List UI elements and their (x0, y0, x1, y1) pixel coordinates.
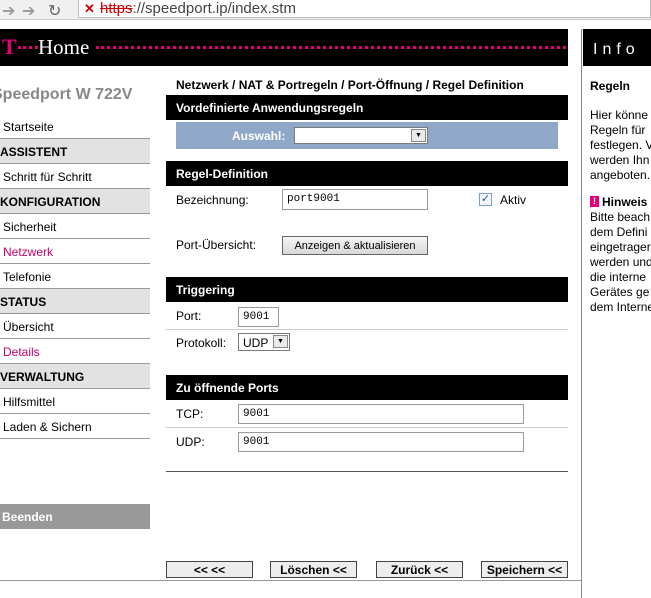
section-header-triggering: Triggering (166, 277, 568, 302)
active-label: Aktiv (500, 193, 527, 207)
trigger-port-field[interactable]: 9001 (238, 307, 279, 327)
logo-home-text: Home (38, 35, 90, 59)
tcp-label: TCP: (176, 407, 204, 421)
device-name: Speedport W 722V (0, 86, 133, 103)
udp-ports-field[interactable]: 9001 (238, 432, 524, 452)
tcp-ports-field[interactable]: 9001 (238, 404, 524, 424)
forward-arrow-icon[interactable]: ➔ (22, 1, 35, 21)
sidebar-item-netzwerk[interactable]: Netzwerk (0, 239, 150, 264)
name-field[interactable]: port9001 (282, 189, 428, 210)
active-checkbox[interactable]: ✓ (479, 193, 492, 206)
reload-icon[interactable]: ↻ (48, 1, 61, 21)
section-bottom-divider (166, 471, 568, 472)
section-header-predefined: Vordefinierte Anwendungsregeln (166, 95, 568, 120)
hint-title: Hinweis (602, 195, 648, 209)
exclamation-icon: ! (590, 196, 599, 207)
back-button[interactable]: Zurück << (376, 561, 463, 578)
sidebar-item-schritt[interactable]: Schritt für Schritt (0, 164, 150, 189)
sidebar-item-details[interactable]: Details (0, 339, 150, 364)
browser-address-bar: ➔ ➔ ↻ ✕ https://speedport.ip/index.stm (0, 0, 651, 20)
url-text: https://speedport.ip/index.stm (100, 0, 296, 17)
row-divider (166, 427, 568, 428)
back-to-start-button[interactable]: << << (166, 561, 253, 578)
section-header-rule: Regel-Definition (166, 161, 568, 186)
sidebar-item-laden-sichern[interactable]: Laden & Sichern (0, 414, 150, 439)
header-dotted-line (96, 46, 566, 49)
sidebar-item-sicherheit[interactable]: Sicherheit (0, 214, 150, 239)
delete-button[interactable]: Löschen << (270, 561, 357, 578)
select-label: Auswahl: (232, 129, 286, 143)
sidebar-section-verwaltung: VERWALTUNG (0, 364, 150, 389)
breadcrumb: Netzwerk / NAT & Portregeln / Port-Öffnu… (176, 78, 524, 92)
sidebar-item-startseite[interactable]: Startseite (0, 114, 150, 139)
sidebar-item-hilfsmittel[interactable]: Hilfsmittel (0, 389, 150, 414)
save-button[interactable]: Speichern << (481, 561, 568, 578)
hint-text: Bitte beach dem Defini eingetrager werde… (590, 210, 651, 314)
info-heading: Regeln (590, 79, 631, 93)
info-panel-divider (581, 29, 582, 598)
bottom-divider (0, 580, 581, 581)
sidebar-section-konfiguration: KONFIGURATION (0, 189, 150, 214)
port-overview-label: Port-Übersicht: (176, 238, 257, 252)
logo-dots (18, 46, 38, 49)
sidebar-item-telefonie[interactable]: Telefonie (0, 264, 150, 289)
telekom-logo-t: T (2, 34, 17, 59)
row-divider (166, 329, 568, 330)
back-arrow-icon[interactable]: ➔ (2, 1, 15, 21)
sidebar-section-assistent: ASSISTENT (0, 139, 150, 164)
name-label: Bezeichnung: (176, 193, 249, 207)
udp-label: UDP: (176, 435, 205, 449)
show-refresh-button[interactable]: Anzeigen & aktualisieren (282, 236, 428, 255)
chevron-down-icon[interactable]: ▼ (273, 335, 288, 348)
chevron-down-icon[interactable]: ▼ (411, 129, 426, 142)
protocol-value: UDP (243, 336, 269, 350)
insecure-warning-icon: ✕ (84, 1, 95, 16)
protocol-select[interactable]: UDP ▼ (238, 333, 290, 351)
port-label: Port: (176, 309, 202, 323)
logout-button[interactable]: Beenden (0, 504, 150, 529)
predefined-rules-select[interactable]: ▼ (294, 127, 428, 144)
protocol-label: Protokoll: (176, 336, 227, 350)
sidebar-section-status: STATUS (0, 289, 150, 314)
info-panel-title: Info (583, 29, 651, 66)
sidebar-item-uebersicht[interactable]: Übersicht (0, 314, 150, 339)
section-header-open-ports: Zu öffnende Ports (166, 375, 568, 400)
info-text: Hier könne Regeln für festlegen. V werde… (590, 108, 651, 182)
